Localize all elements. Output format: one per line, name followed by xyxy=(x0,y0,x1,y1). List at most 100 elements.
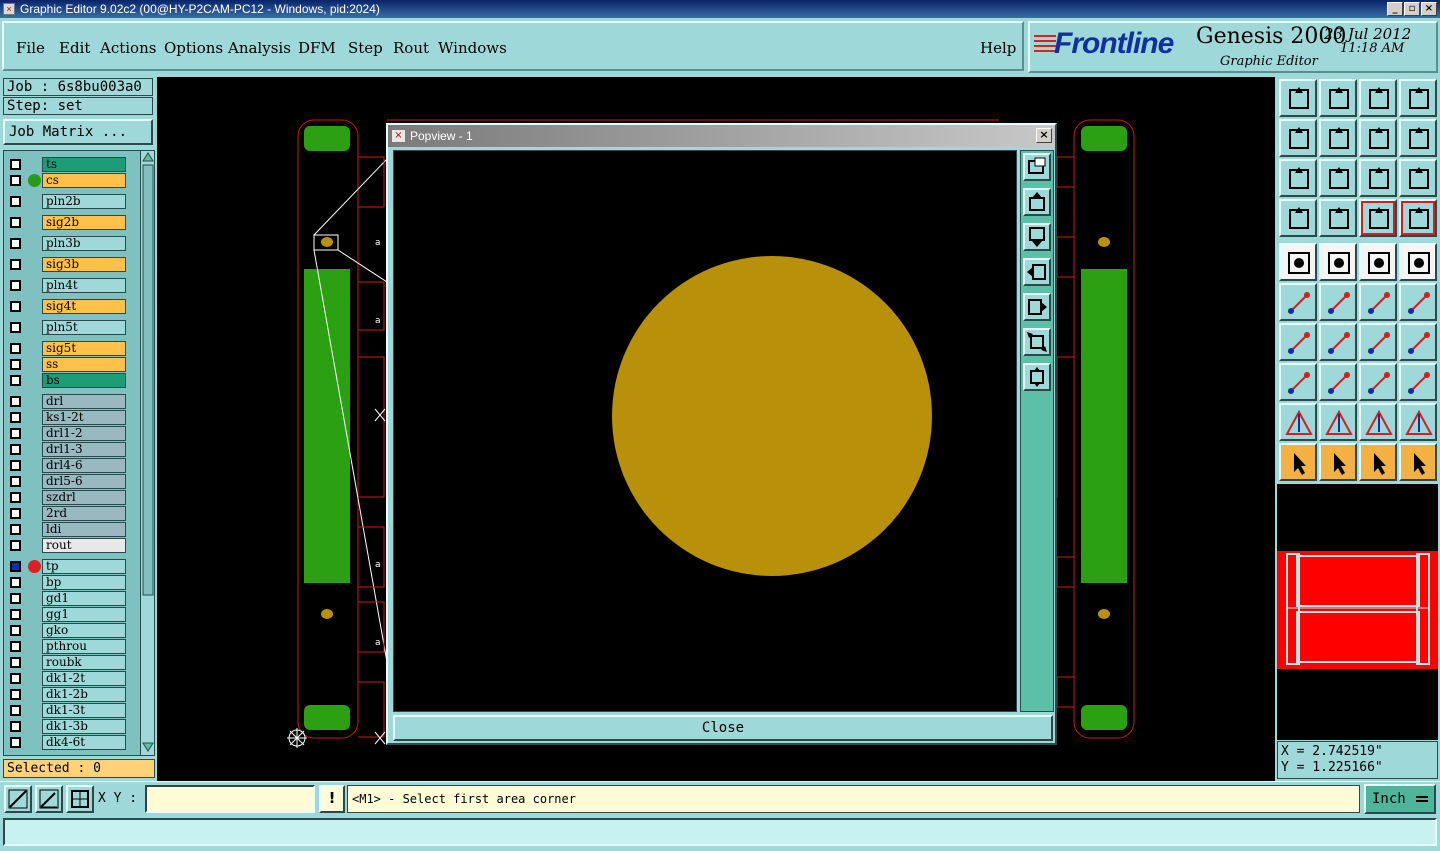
minimize-button[interactable]: _ xyxy=(1387,2,1403,16)
pan-up-icon[interactable] xyxy=(1023,188,1051,216)
layer-name[interactable]: gko xyxy=(42,623,126,638)
layer-name[interactable]: dk1-2b xyxy=(42,687,126,702)
line-red-icon[interactable] xyxy=(1359,283,1397,321)
layer-checkbox[interactable] xyxy=(10,412,21,423)
layer-name[interactable]: szdrl xyxy=(42,490,126,505)
layer-name[interactable]: pthrou xyxy=(42,639,126,654)
layer-name[interactable]: bp xyxy=(42,575,126,590)
layer-checkbox[interactable] xyxy=(10,540,21,551)
layer-checkbox[interactable] xyxy=(10,625,21,636)
arc-icon[interactable] xyxy=(1359,323,1397,361)
layer-row-szdrl[interactable]: szdrl xyxy=(6,490,126,505)
layer-row-gd1[interactable]: gd1 xyxy=(6,591,126,606)
window-icon[interactable] xyxy=(1399,79,1437,117)
menu-edit[interactable]: Edit xyxy=(59,39,90,57)
layer-checkbox[interactable] xyxy=(10,609,21,620)
flip-icon[interactable] xyxy=(1399,323,1437,361)
layer-row-roubk[interactable]: roubk xyxy=(6,655,126,670)
layer-name[interactable]: sig4t xyxy=(42,299,126,314)
center-icon[interactable] xyxy=(1319,159,1357,197)
xy-input[interactable] xyxy=(145,785,315,813)
warning-button[interactable]: ! xyxy=(319,785,345,813)
layer-row-gg1[interactable]: gg1 xyxy=(6,607,126,622)
layer-row-drl[interactable]: drl xyxy=(6,394,126,409)
pad-icon[interactable] xyxy=(1399,243,1437,281)
layer-checkbox[interactable] xyxy=(10,460,21,471)
layer-name[interactable]: dk1-2t xyxy=(42,671,126,686)
cross-icon[interactable] xyxy=(1319,283,1357,321)
layer-row-drl5-6[interactable]: drl5-6 xyxy=(6,474,126,489)
layer-name[interactable]: ss xyxy=(42,357,126,372)
help-icon[interactable] xyxy=(1399,159,1437,197)
layer-row-pthrou[interactable]: pthrou xyxy=(6,639,126,654)
layer-checkbox[interactable] xyxy=(10,476,21,487)
layer-name[interactable]: sig3b xyxy=(42,257,126,272)
layer-toggle-icon[interactable] xyxy=(1359,199,1397,237)
layer-checkbox[interactable] xyxy=(10,561,21,572)
layer-scrollbar[interactable] xyxy=(140,151,154,755)
layer-name[interactable]: pln4t xyxy=(42,278,126,293)
layer-checkbox[interactable] xyxy=(10,593,21,604)
pointer-box-icon[interactable] xyxy=(1319,443,1357,481)
layer-checkbox[interactable] xyxy=(10,673,21,684)
zoom-in-icon[interactable] xyxy=(1023,328,1051,356)
layer-row-dk1-2t[interactable]: dk1-2t xyxy=(6,671,126,686)
open-icon[interactable] xyxy=(1279,79,1317,117)
menu-file[interactable]: File xyxy=(16,39,45,57)
pan-down-icon[interactable] xyxy=(1023,223,1051,251)
layer-row-ts[interactable]: ts xyxy=(6,157,126,172)
layer-row-cs[interactable]: cs xyxy=(6,173,126,188)
pan-left-icon[interactable] xyxy=(1023,258,1051,286)
layer-row-bs[interactable]: bs xyxy=(6,373,126,388)
home-icon[interactable] xyxy=(1359,79,1397,117)
grid-icon[interactable] xyxy=(1319,199,1357,237)
layer-row-pln2b[interactable]: pln2b xyxy=(6,194,126,209)
layer-name[interactable]: drl xyxy=(42,394,126,409)
layer-checkbox[interactable] xyxy=(10,641,21,652)
grid-snap-icon[interactable] xyxy=(66,785,94,813)
diagonal-icon[interactable] xyxy=(1319,323,1357,361)
left-icon[interactable] xyxy=(1279,119,1317,157)
layer-row-drl4-6[interactable]: drl4-6 xyxy=(6,458,126,473)
layer-checkbox[interactable] xyxy=(10,259,21,270)
layer-row-pln4t[interactable]: pln4t xyxy=(6,278,126,293)
layer-row-bp[interactable]: bp xyxy=(6,575,126,590)
menu-analysis[interactable]: Analysis xyxy=(228,39,291,57)
triangle-b-icon[interactable] xyxy=(1359,403,1397,441)
popview-close-button[interactable]: Close xyxy=(393,715,1053,741)
layer-checkbox[interactable] xyxy=(10,301,21,312)
layer-row-sig3b[interactable]: sig3b xyxy=(6,257,126,272)
layer-name[interactable]: dk1-3t xyxy=(42,703,126,718)
node-icon[interactable] xyxy=(1279,363,1317,401)
layer-checkbox[interactable] xyxy=(10,577,21,588)
shapes-icon[interactable] xyxy=(1399,363,1437,401)
layer-checkbox[interactable] xyxy=(10,444,21,455)
measure-icon[interactable] xyxy=(1279,199,1317,237)
layer-checkbox[interactable] xyxy=(10,322,21,333)
close-window-button[interactable]: × xyxy=(1421,2,1437,16)
layer-name[interactable]: drl4-6 xyxy=(42,458,126,473)
ruler-icon[interactable] xyxy=(1359,243,1397,281)
layer-checkbox[interactable] xyxy=(10,343,21,354)
connect-icon[interactable] xyxy=(1279,283,1317,321)
layer-row-tp[interactable]: tp xyxy=(6,559,126,574)
right-icon[interactable] xyxy=(1319,119,1357,157)
snap-diagonal-icon[interactable] xyxy=(4,785,32,813)
job-matrix-button[interactable]: Job Matrix ... xyxy=(3,119,153,145)
layer-row-rout[interactable]: rout xyxy=(6,538,126,553)
s-curve-icon[interactable] xyxy=(1399,119,1437,157)
layer-checkbox[interactable] xyxy=(10,175,21,186)
layer-name[interactable]: rout xyxy=(42,538,126,553)
layer-checkbox[interactable] xyxy=(10,396,21,407)
unit-selector[interactable]: Inch xyxy=(1364,784,1436,814)
layer-name[interactable]: pln5t xyxy=(42,320,126,335)
menu-help[interactable]: Help xyxy=(980,39,1016,57)
layer-name[interactable]: 2rd xyxy=(42,506,126,521)
swap-icon[interactable] xyxy=(1359,119,1397,157)
zoom-window-icon[interactable] xyxy=(1023,153,1051,181)
layer-name[interactable]: gg1 xyxy=(42,607,126,622)
menu-windows[interactable]: Windows xyxy=(438,39,507,57)
layer-checkbox[interactable] xyxy=(10,159,21,170)
layer-checkbox[interactable] xyxy=(10,737,21,748)
layer-row-dk1-3b[interactable]: dk1-3b xyxy=(6,719,126,734)
